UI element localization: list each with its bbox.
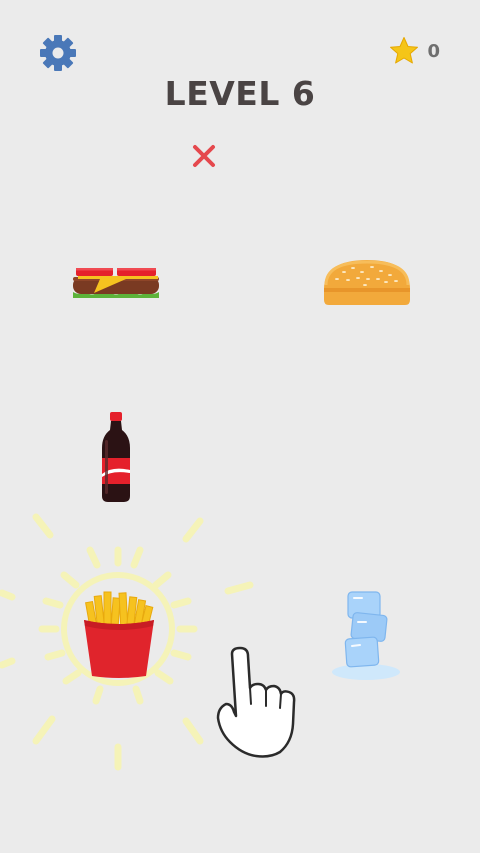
level-title: LEVEL 6 — [164, 74, 316, 113]
ice-cubes-icon — [332, 591, 400, 680]
fries-icon — [84, 591, 154, 678]
star-icon — [390, 37, 419, 64]
item-cheeseburger[interactable] — [70, 264, 162, 304]
pointing-hand-icon — [216, 646, 296, 758]
settings-button[interactable] — [38, 33, 78, 73]
item-burger-bun[interactable] — [320, 258, 414, 308]
item-french-fries[interactable] — [80, 590, 158, 680]
item-ice-cubes[interactable] — [330, 588, 402, 684]
star-counter: 0 — [389, 34, 440, 68]
wrong-mark-icon — [193, 145, 215, 167]
cheeseburger-icon — [73, 268, 159, 298]
star-count: 0 — [427, 40, 440, 62]
tutorial-hand — [216, 646, 300, 760]
item-cola-bottle[interactable] — [98, 410, 134, 504]
bun-icon — [324, 260, 410, 305]
cola-bottle-icon — [102, 412, 130, 502]
gear-icon — [40, 35, 76, 71]
